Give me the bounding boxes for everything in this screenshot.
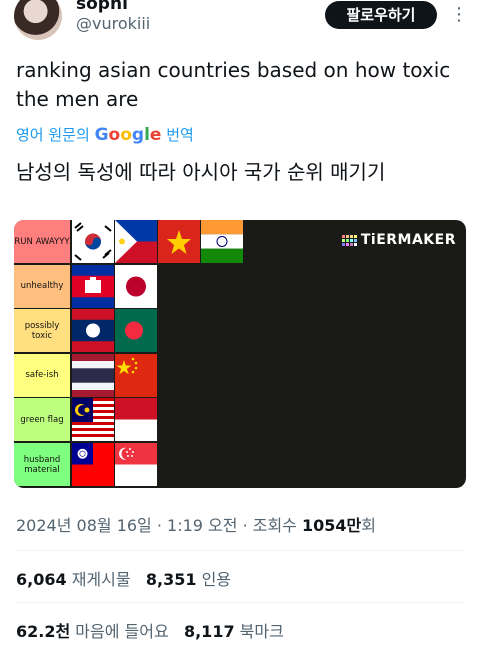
translate-prefix: 영어 원문의	[16, 126, 90, 144]
tier-row: safe-ish	[14, 353, 466, 397]
tier-label: safe-ish	[14, 353, 70, 397]
flag-japan	[115, 264, 157, 308]
flag-singapore	[115, 443, 157, 486]
translate-attribution[interactable]: 영어 원문의 Google 번역	[16, 124, 194, 145]
divider	[16, 602, 464, 603]
tier-row: husband material	[14, 443, 466, 486]
tier-row: possibly toxic	[14, 309, 466, 353]
translate-suffix: 번역	[166, 126, 194, 144]
flag-bangladesh	[115, 309, 157, 353]
like-stats[interactable]: 62.2천 마음에 들어요 8,117 북마크	[16, 618, 284, 642]
tier-row: RUN AWAYYY	[14, 220, 466, 263]
tier-row: green flag	[14, 398, 466, 442]
flag-china	[115, 353, 157, 397]
tier-list-image[interactable]: TiERMAKER RUN AWAYYY unhealthy possibly to…	[14, 220, 466, 488]
flag-south-korea	[72, 220, 114, 263]
divider	[16, 550, 464, 551]
flag-cambodia	[72, 264, 114, 308]
more-icon[interactable]: ⋮	[450, 4, 469, 25]
tier-row: unhealthy	[14, 264, 466, 308]
tier-label: husband material	[14, 443, 70, 486]
tweet-timestamp[interactable]: 2024년 08월 16일 · 1:19 오전 · 조회수 1054만회	[16, 512, 376, 536]
tweet-text: ranking asian countries based on how tox…	[16, 58, 451, 111]
tweet-header: sophi @vurokiii 팔로우하기 ⋮	[0, 0, 480, 48]
repost-stats[interactable]: 6,064 재게시물 8,351 인용	[16, 566, 231, 590]
tier-label: green flag	[14, 398, 70, 442]
flag-vietnam	[158, 220, 200, 263]
flag-indonesia	[115, 398, 157, 442]
flag-taiwan	[72, 443, 114, 486]
tier-label: RUN AWAYYY	[14, 220, 70, 263]
avatar[interactable]	[14, 0, 62, 40]
flag-laos	[72, 309, 114, 353]
flag-india	[201, 220, 243, 263]
view-count: 1054만	[302, 516, 362, 535]
flag-philippines	[115, 220, 157, 263]
flag-malaysia	[72, 398, 114, 442]
follow-button[interactable]: 팔로우하기	[325, 1, 437, 29]
tier-label: possibly toxic	[14, 309, 70, 353]
tier-label: unhealthy	[14, 264, 70, 308]
user-handle[interactable]: @vurokiii	[76, 14, 150, 33]
translated-text: 남성의 독성에 따라 아시아 국가 순위 매기기	[16, 160, 386, 184]
flag-thailand	[72, 353, 114, 397]
google-logo: Google	[94, 125, 162, 145]
display-name[interactable]: sophi	[76, 0, 128, 14]
